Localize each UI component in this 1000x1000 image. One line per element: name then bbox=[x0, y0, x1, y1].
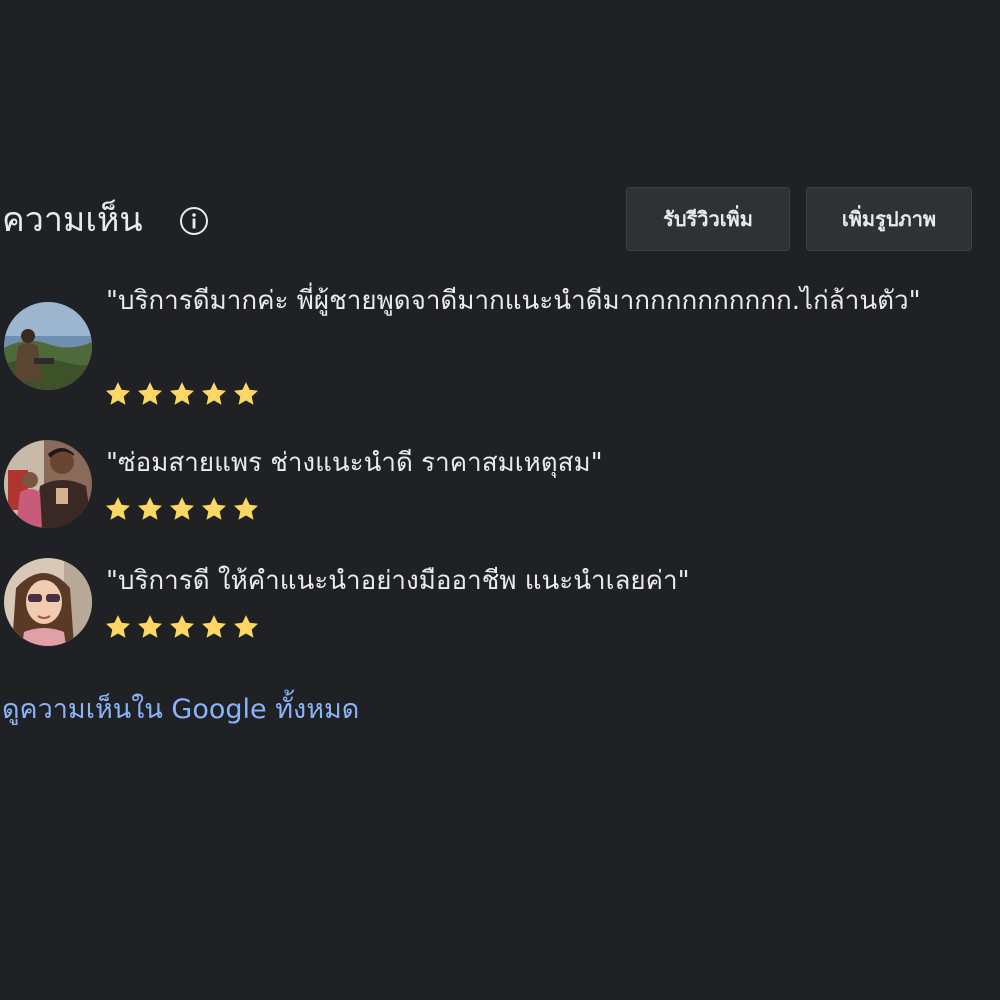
star-icon bbox=[137, 382, 163, 405]
section-title: ความเห็น bbox=[2, 200, 143, 240]
add-photos-button[interactable]: เพิ่มรูปภาพ bbox=[806, 187, 972, 251]
star-icon bbox=[105, 497, 131, 520]
star-icon bbox=[201, 615, 227, 638]
get-more-reviews-button[interactable]: รับรีวิวเพิ่ม bbox=[626, 187, 790, 251]
star-rating bbox=[104, 495, 260, 527]
star-icon bbox=[169, 497, 195, 520]
star-icon bbox=[201, 382, 227, 405]
review-text: "บริการดีมากค่ะ พี่ผู้ชายพูดจาดีมากแนะนำ… bbox=[106, 286, 921, 316]
info-icon[interactable] bbox=[179, 206, 209, 236]
star-icon bbox=[137, 497, 163, 520]
star-icon bbox=[201, 497, 227, 520]
star-rating bbox=[104, 380, 260, 412]
star-icon bbox=[233, 382, 259, 405]
star-icon bbox=[233, 497, 259, 520]
review-text: "บริการดี ให้คำแนะนำอย่างมืออาชีพ แนะนำเ… bbox=[106, 566, 690, 596]
star-icon bbox=[105, 382, 131, 405]
reviewer-avatar[interactable] bbox=[4, 558, 92, 646]
star-icon bbox=[233, 615, 259, 638]
star-icon bbox=[105, 615, 131, 638]
view-all-reviews-link[interactable]: ดูความเห็นใน Google ทั้งหมด bbox=[2, 690, 359, 730]
review-text: "ซ่อมสายแพร ช่างแนะนำดี ราคาสมเหตุสม" bbox=[106, 448, 603, 478]
reviews-panel: ความเห็น รับรีวิวเพิ่ม เพิ่มรูปภาพ "บริก bbox=[0, 0, 1000, 1000]
star-rating bbox=[104, 613, 260, 645]
star-icon bbox=[169, 382, 195, 405]
star-icon bbox=[137, 615, 163, 638]
reviews-header: ความเห็น รับรีวิวเพิ่ม เพิ่มรูปภาพ bbox=[0, 186, 1000, 254]
reviewer-avatar[interactable] bbox=[4, 302, 92, 390]
star-icon bbox=[169, 615, 195, 638]
reviewer-avatar[interactable] bbox=[4, 440, 92, 528]
